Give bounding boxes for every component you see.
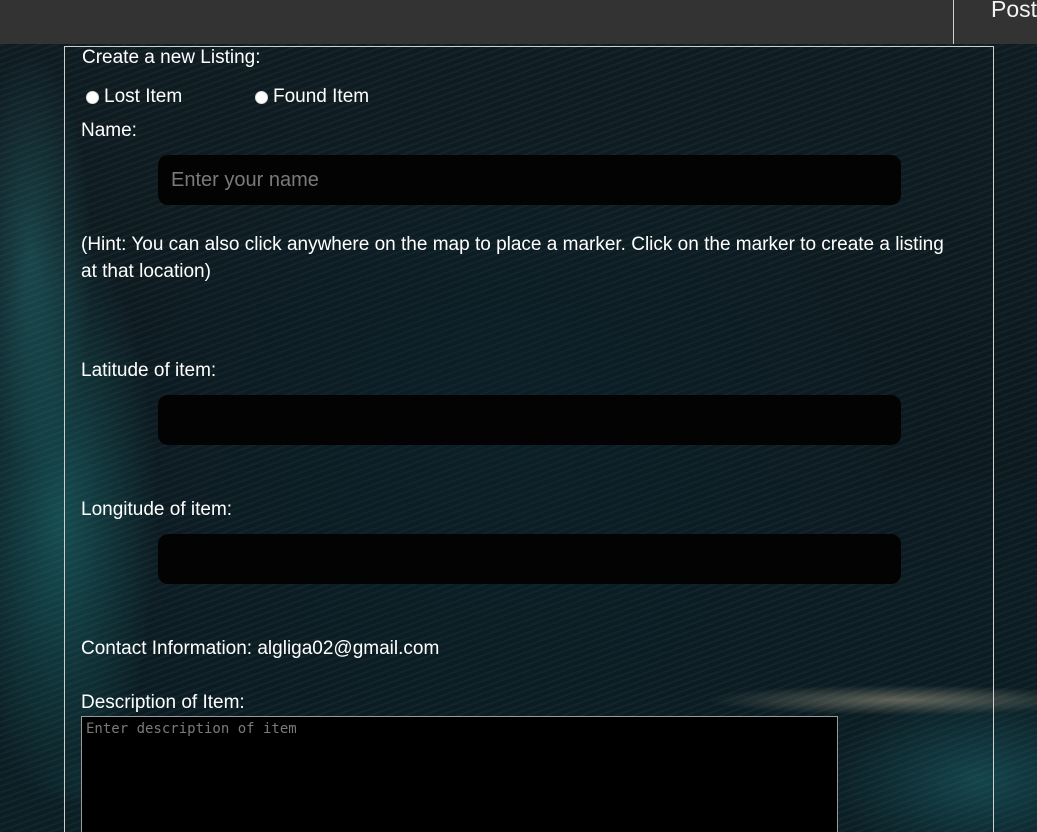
radio-lost-item[interactable]: Lost Item [86,86,182,108]
lost-item-label: Lost Item [104,86,183,107]
lost-item-radio-button[interactable] [86,90,99,104]
found-item-label: Found Item [273,86,370,107]
name-input[interactable]: Enter your name [158,155,901,205]
nav-divider [953,0,954,44]
top-navbar: Post [0,0,1037,44]
map-hint-text: (Hint: You can also click anywhere on th… [81,234,944,282]
description-label: Description of Item: [81,692,245,713]
name-input-placeholder: Enter your name [171,168,319,191]
radio-found-item[interactable]: Found Item [255,86,369,108]
longitude-label: Longitude of item: [81,499,233,520]
contact-information: Contact Information: algliga02@gmail.com [81,638,440,659]
latitude-label: Latitude of item: [81,360,217,381]
longitude-input[interactable] [158,534,901,584]
form-legend: Create a new Listing: [82,47,261,68]
found-item-radio-button[interactable] [255,90,268,104]
name-label: Name: [81,120,137,141]
nav-post-link[interactable]: Post [991,0,1037,23]
description-placeholder: Enter description of item [86,721,297,737]
latitude-input[interactable] [158,395,901,445]
description-textarea[interactable]: Enter description of item [81,716,838,832]
